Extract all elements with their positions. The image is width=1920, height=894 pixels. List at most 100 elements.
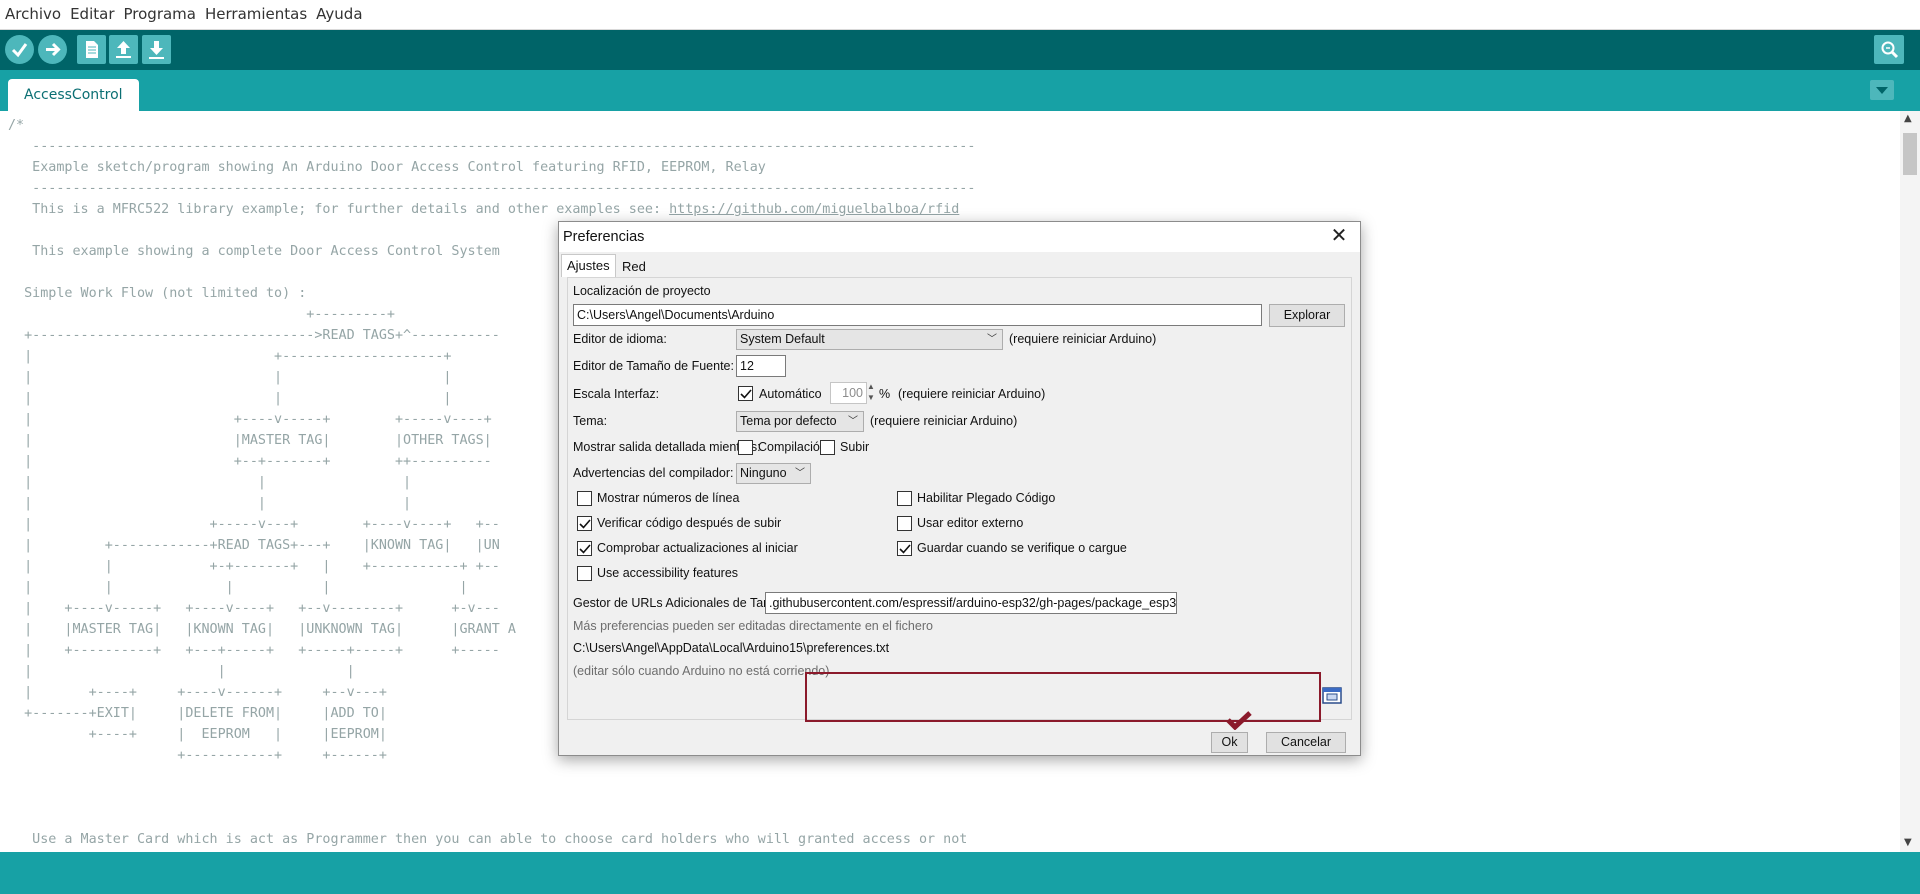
preferences-dialog: Preferencias ✕ Ajustes Red Localización … <box>558 221 1361 756</box>
verbose-compile-checkbox[interactable] <box>738 440 753 455</box>
save-icon[interactable] <box>142 35 171 64</box>
accessibility-checkbox[interactable] <box>577 566 592 581</box>
theme-value: Tema por defecto <box>740 414 837 428</box>
code-line: | | | <box>8 496 412 511</box>
check-updates-checkbox[interactable] <box>577 541 592 556</box>
code-line: | | | <box>8 370 452 385</box>
code-line: | +--------------------+ <box>8 349 452 364</box>
boards-url-label: Gestor de URLs Adicionales de Tarjetas: <box>573 596 798 610</box>
warnings-select[interactable]: Ninguno ﹀ <box>736 463 811 484</box>
language-label: Editor de idioma: <box>573 332 667 346</box>
chevron-down-icon: ﹀ <box>848 416 858 427</box>
scroll-down-icon[interactable]: ▼ <box>1904 837 1912 848</box>
dialog-title: Preferencias <box>563 229 645 245</box>
dialog-titlebar: Preferencias ✕ <box>559 222 1360 252</box>
fontsize-label: Editor de Tamaño de Fuente: <box>573 359 734 373</box>
code-line: +----+ | EEPROM | |EEPROM| <box>8 727 387 742</box>
menu-herramientas[interactable]: Herramientas <box>200 0 311 23</box>
scroll-thumb[interactable] <box>1903 133 1917 175</box>
code-line: | |MASTER TAG| |OTHER TAGS| <box>8 433 492 448</box>
code-folding-checkbox[interactable] <box>897 491 912 506</box>
warnings-value: Ninguno <box>740 466 787 480</box>
code-line: +-----------+ +------+ <box>8 748 387 763</box>
scroll-up-icon[interactable]: ▲ <box>1904 113 1912 124</box>
toolbar <box>0 30 1920 70</box>
code-line: Example sketch/program showing An Arduin… <box>8 160 766 175</box>
accessibility-label: Use accessibility features <box>597 566 739 580</box>
menu-programa[interactable]: Programa <box>119 0 200 23</box>
cancel-button[interactable]: Cancelar <box>1266 732 1346 753</box>
menu-editar[interactable]: Editar <box>65 0 118 23</box>
verbose-upload-label: Subir <box>840 440 870 454</box>
code-link[interactable]: https://github.com/miguelbalboa/rfid <box>669 202 959 217</box>
language-select[interactable]: System Default ﹀ <box>736 329 1003 350</box>
tab-strip: AccessControl <box>0 70 1920 111</box>
check-updates-label: Comprobar actualizaciones al iniciar <box>597 541 798 555</box>
code-line: +---------+ <box>8 307 395 322</box>
code-line: | | | | | <box>8 580 468 595</box>
sketchbook-label: Localización de proyecto <box>573 284 711 298</box>
external-editor-checkbox[interactable] <box>897 516 912 531</box>
chevron-down-icon: ﹀ <box>987 334 997 345</box>
boards-url-editor-icon[interactable] <box>1322 687 1342 704</box>
status-bar <box>0 852 1920 894</box>
browse-button[interactable]: Explorar <box>1269 304 1345 327</box>
verbose-compile-label: Compilación <box>758 440 827 454</box>
verbose-label: Mostrar salida detallada mientras: <box>573 440 761 454</box>
code-line: +----------------------------------->REA… <box>8 328 500 343</box>
boards-url-field[interactable]: .githubusercontent.com/espressif/arduino… <box>765 592 1177 614</box>
serial-monitor-icon[interactable] <box>1874 35 1904 64</box>
code-line: | | | <box>8 475 412 490</box>
tab-menu-button[interactable] <box>1870 80 1894 100</box>
code-line: | +-----v---+ +----v----+ +-- <box>8 517 500 532</box>
more-prefs-note: Más preferencias pueden ser editadas dir… <box>573 619 933 633</box>
code-line: | +----------+ +---+-----+ +-----+-----+… <box>8 643 500 658</box>
upload-icon[interactable] <box>38 35 67 64</box>
tab-red[interactable]: Red <box>617 256 651 278</box>
save-on-verify-checkbox[interactable] <box>897 541 912 556</box>
theme-select[interactable]: Tema por defecto ﹀ <box>736 411 864 432</box>
external-editor-label: Usar editor externo <box>917 516 1024 530</box>
new-sketch-icon[interactable] <box>77 35 106 64</box>
open-icon[interactable] <box>109 35 138 64</box>
code-line: /* <box>8 118 25 133</box>
ok-button[interactable]: Ok <box>1211 732 1248 753</box>
verify-icon[interactable] <box>5 35 34 64</box>
tab-accesscontrol[interactable]: AccessControl <box>8 79 139 111</box>
tab-ajustes[interactable]: Ajustes <box>561 254 616 277</box>
language-note: (requiere reiniciar Arduino) <box>1009 332 1157 346</box>
code-line: | | | <box>8 664 355 679</box>
menu-ayuda[interactable]: Ayuda <box>311 0 366 23</box>
fontsize-field[interactable]: 12 <box>736 355 786 377</box>
code-line: Use a Master Card which is act as Progra… <box>8 832 968 847</box>
verbose-upload-checkbox[interactable] <box>820 440 835 455</box>
language-value: System Default <box>740 332 825 346</box>
scale-field[interactable]: 100 <box>830 382 867 404</box>
scale-spinner-icon[interactable]: ▲ ▼ <box>867 381 875 403</box>
code-line: | | | <box>8 391 452 406</box>
line-numbers-checkbox[interactable] <box>577 491 592 506</box>
verify-upload-checkbox[interactable] <box>577 516 592 531</box>
close-icon[interactable]: ✕ <box>1328 226 1350 248</box>
theme-note: (requiere reiniciar Arduino) <box>870 414 1018 428</box>
scale-unit: % <box>879 387 891 401</box>
code-line: +-------+EXIT| |DELETE FROM| |ADD TO| <box>8 706 387 721</box>
code-line: This example showing a complete Door Acc… <box>8 244 500 259</box>
menu-archivo[interactable]: Archivo <box>0 0 65 23</box>
code-line: | +----v-----+ +----v----+ +--v--------+… <box>8 601 500 616</box>
scale-auto-label: Automático <box>759 387 822 401</box>
code-line: | +----v-----+ +-----v----+ <box>8 412 492 427</box>
code-line: This is a MFRC522 library example; for f… <box>8 202 670 217</box>
code-line: ----------------------------------------… <box>8 181 976 196</box>
sketchbook-field[interactable]: C:\Users\Angel\Documents\Arduino <box>573 304 1262 326</box>
scale-auto-checkbox[interactable] <box>738 386 753 401</box>
code-line: | +----+ +----v------+ +--v---+ <box>8 685 387 700</box>
verify-upload-label: Verificar código después de subir <box>597 516 782 530</box>
prefs-path[interactable]: C:\Users\Angel\AppData\Local\Arduino15\p… <box>573 641 889 655</box>
checkmark-annotation-icon <box>1226 711 1252 730</box>
code-line: Simple Work Flow (not limited to) : <box>8 286 307 301</box>
settings-panel: Localización de proyecto C:\Users\Angel\… <box>567 277 1352 720</box>
code-line: | | +-+-------+ | +-----------+ +-- <box>8 559 500 574</box>
editor-scrollbar[interactable]: ▲ ▼ <box>1900 111 1920 852</box>
code-folding-label: Habilitar Plegado Código <box>917 491 1056 505</box>
